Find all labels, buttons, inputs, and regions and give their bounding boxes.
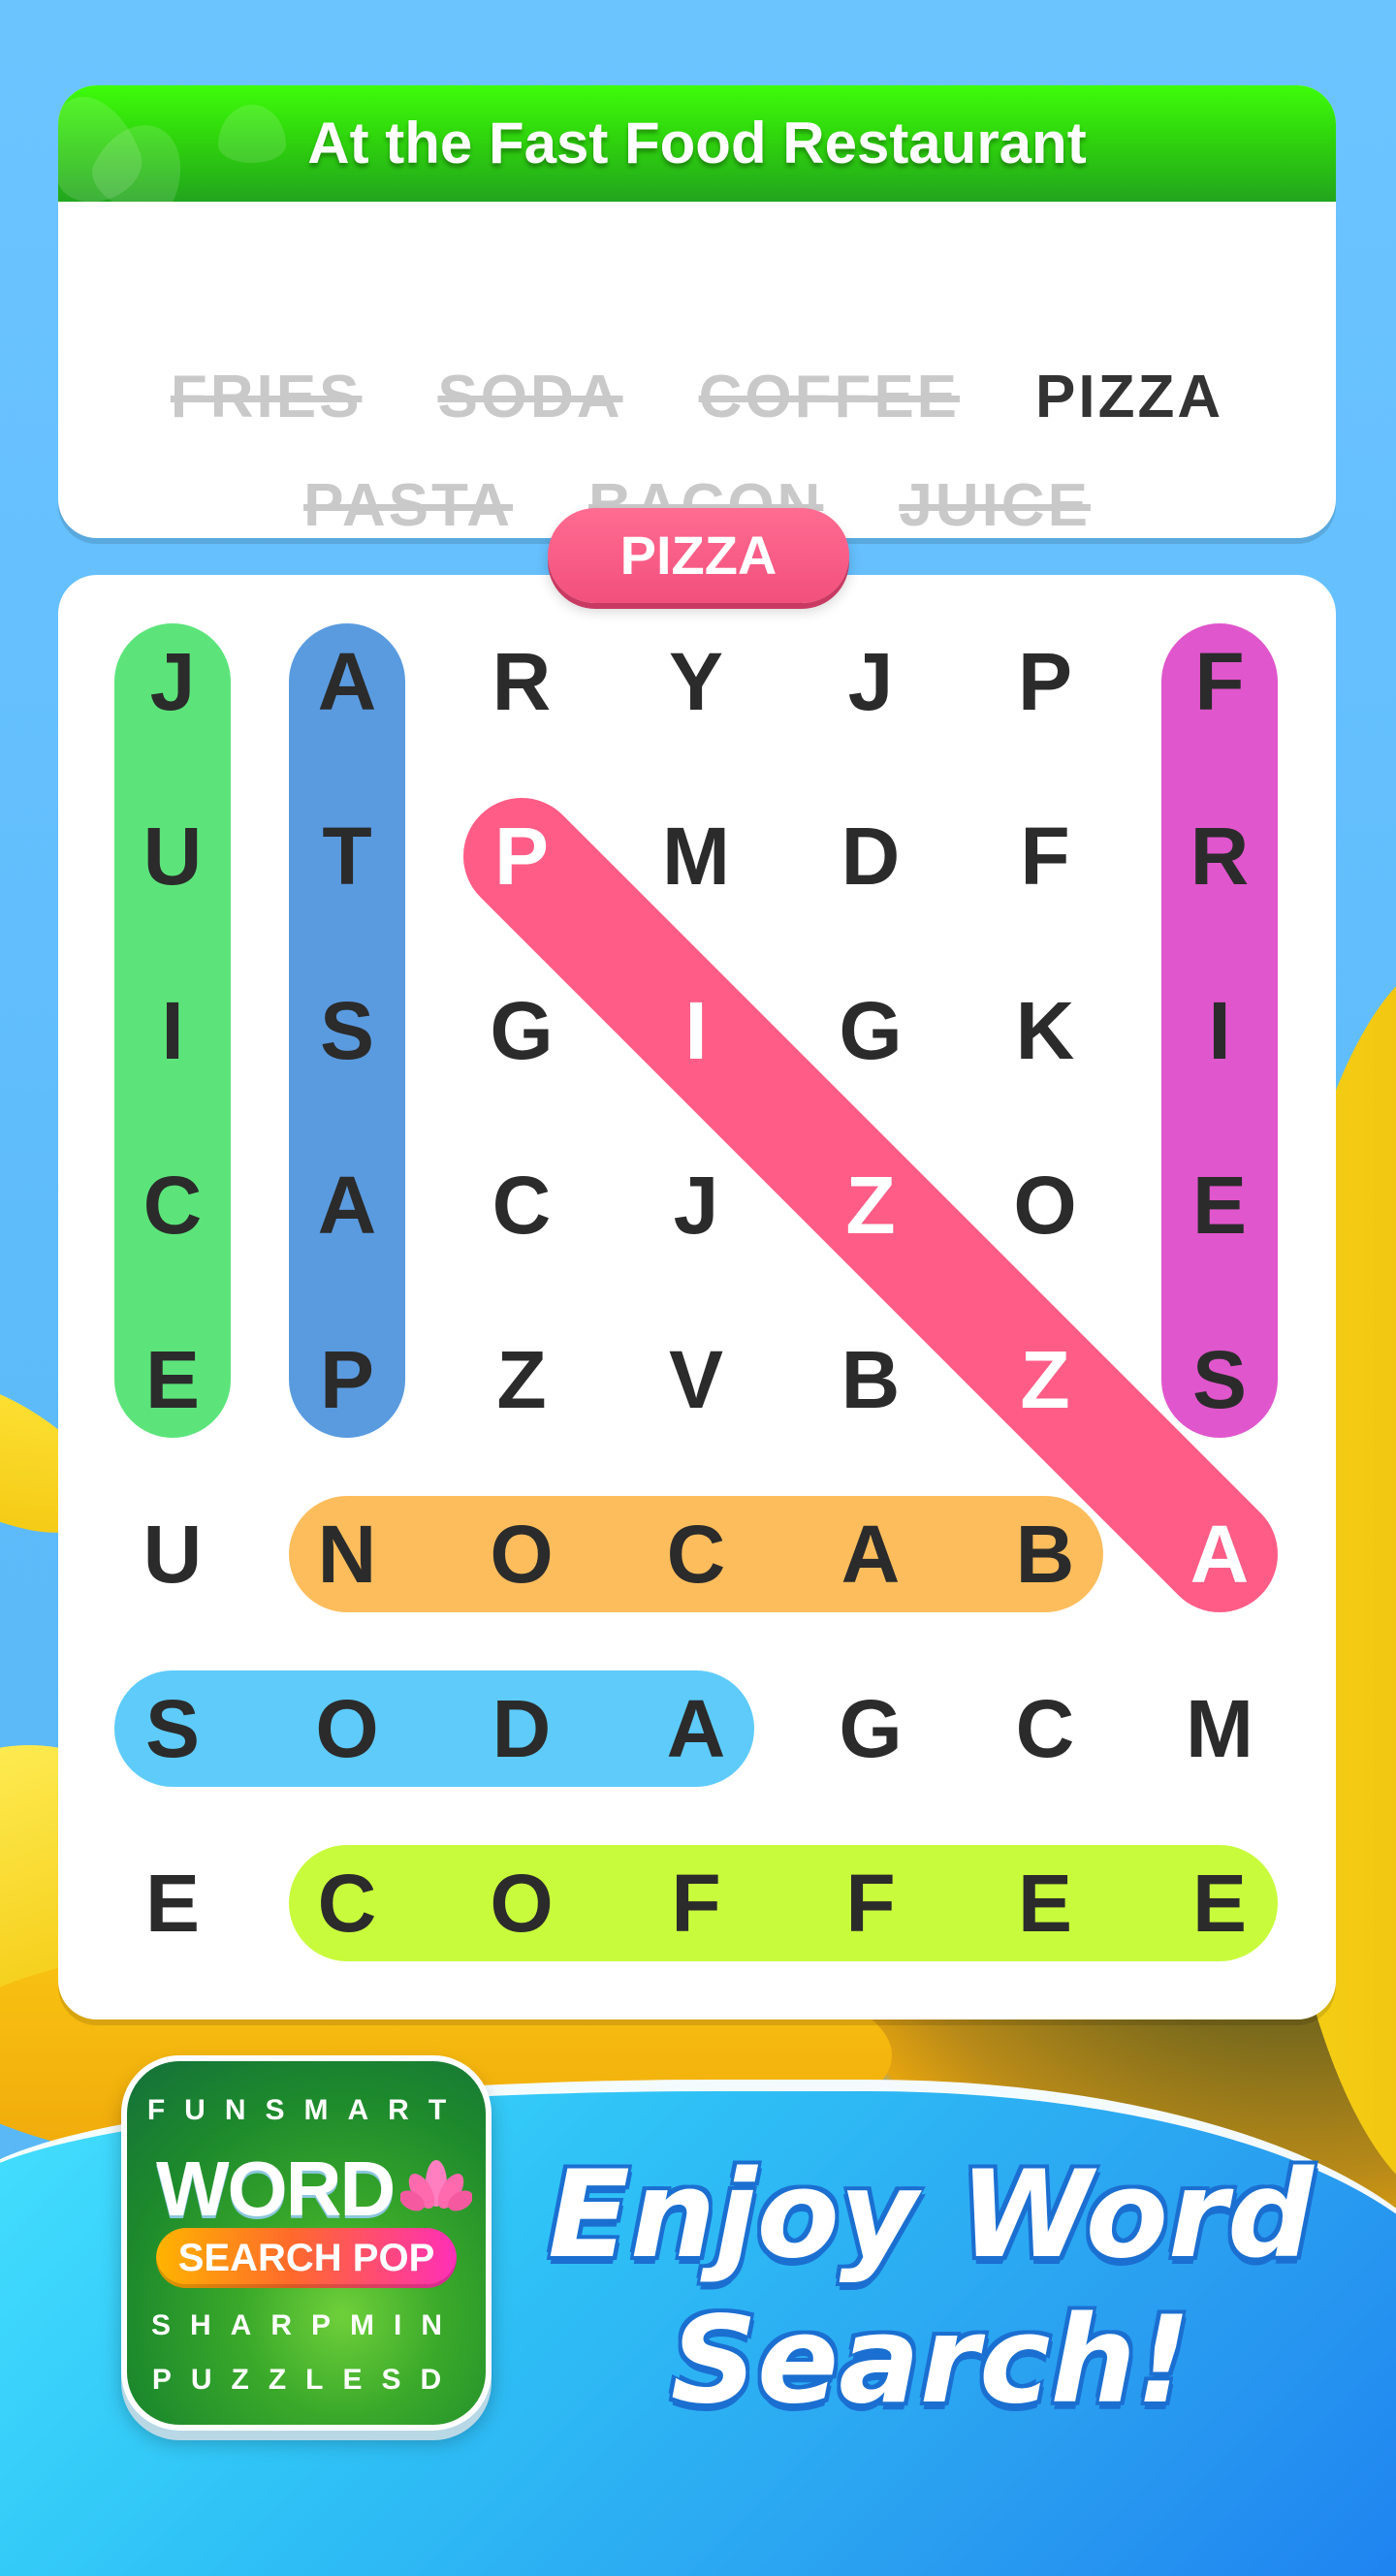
logo-word-text: WORD [156, 2146, 396, 2232]
grid-cell-letter[interactable]: S [1192, 1334, 1247, 1425]
grid-cell-letter[interactable]: I [161, 985, 183, 1076]
grid-cell-letter[interactable]: S [145, 1683, 200, 1774]
grid-cell-letter[interactable]: A [318, 636, 377, 727]
grid-cell-letter[interactable]: O [490, 1858, 553, 1949]
tagline-line-2: Search! [670, 2291, 1191, 2431]
category-title: At the Fast Food Restaurant [307, 111, 1087, 175]
target-word: FRIES [170, 364, 363, 430]
target-word: PIZZA [1035, 364, 1224, 430]
target-word-list: FRIES SODA COFFEE PIZZA PASTA BACON JUIC… [58, 202, 1336, 538]
grid-cell-letter[interactable]: P [320, 1334, 374, 1425]
grid-cell-letter[interactable]: G [839, 985, 902, 1076]
grid-cell-letter[interactable]: O [315, 1683, 378, 1774]
grid-cell-letter[interactable]: E [145, 1858, 200, 1949]
grid-cell-letter[interactable]: J [150, 636, 196, 727]
grid-cell-letter[interactable]: F [845, 1858, 895, 1949]
grid-cell-letter[interactable]: G [839, 1683, 902, 1774]
grid-cell-letter[interactable]: E [1192, 1858, 1247, 1949]
grid-cell-letter[interactable]: J [848, 636, 894, 727]
grid-cell-letter[interactable]: N [318, 1509, 377, 1600]
target-word: JUICE [899, 472, 1091, 538]
word-list-card: At the Fast Food Restaurant FRIES SODA C… [58, 85, 1336, 538]
grid-cell-letter[interactable]: E [1018, 1858, 1072, 1949]
grid-cell-letter[interactable]: J [674, 1160, 719, 1251]
grid-cell-letter[interactable]: S [320, 985, 374, 1076]
grid-cell-letter[interactable]: E [145, 1334, 200, 1425]
grid-cell-letter[interactable]: A [318, 1160, 377, 1251]
grid-cell-letter[interactable]: D [841, 811, 901, 902]
grid-cell-letter[interactable]: O [1013, 1160, 1076, 1251]
grid-cell-letter[interactable]: B [841, 1334, 901, 1425]
grid-cell-letter[interactable]: B [1016, 1509, 1075, 1600]
grid-cell-letter[interactable]: F [1194, 636, 1244, 727]
app-logo: FUNSMART WORD SEARCH POP SHARPMIN PUZZLE… [121, 2055, 492, 2431]
grid-cell-letter[interactable]: Y [669, 636, 723, 727]
current-selection-pill: PIZZA [548, 508, 849, 603]
grid-cell-letter[interactable]: T [322, 811, 371, 902]
grid-cell-letter[interactable]: R [492, 636, 552, 727]
grid-cell-letter[interactable]: U [143, 1509, 203, 1600]
grid-cell-letter[interactable]: R [1190, 811, 1250, 902]
lotus-icon [400, 2160, 472, 2211]
grid-cell-letter[interactable]: F [671, 1858, 720, 1949]
grid-cell-letter[interactable]: C [492, 1160, 552, 1251]
grid-cell-letter[interactable]: P [1018, 636, 1072, 727]
grid-cell-letter[interactable]: C [143, 1160, 203, 1251]
grid-cell-letter[interactable]: P [494, 811, 549, 902]
logo-letter-row: FUNSMART [146, 2094, 466, 2126]
logo-letter-row: SHARPMIN [150, 2309, 461, 2341]
tagline-line-1: Enjoy Word [548, 2146, 1314, 2285]
grid-cell-letter[interactable]: K [1016, 985, 1075, 1076]
logo-search-pop-pill: SEARCH POP [156, 2228, 457, 2288]
grid-cell-letter[interactable]: G [490, 985, 553, 1076]
grid-cell-letter[interactable]: Z [1020, 1334, 1069, 1425]
target-word: SODA [437, 364, 623, 430]
letter-grid-card[interactable]: JARYJPFUTPMDFRISGIGKICACJZOEEPZVBZSUNOCA… [58, 575, 1336, 2019]
grid-cell-letter[interactable]: I [1208, 985, 1230, 1076]
grid-cell-letter[interactable]: C [667, 1509, 726, 1600]
grid-cell-letter[interactable]: A [841, 1509, 901, 1600]
grid-cell-letter[interactable]: U [143, 811, 203, 902]
grid-cell-letter[interactable]: Z [496, 1334, 546, 1425]
grid-cell-letter[interactable]: I [684, 985, 707, 1076]
grid-cell-letter[interactable]: V [669, 1334, 723, 1425]
grid-cell-letter[interactable]: M [1186, 1683, 1253, 1774]
grid-cell-letter[interactable]: Z [845, 1160, 895, 1251]
grid-cell-letter[interactable]: F [1020, 811, 1069, 902]
grid-cell-letter[interactable]: E [1192, 1160, 1247, 1251]
target-word: COFFEE [698, 364, 961, 430]
grid-cell-letter[interactable]: C [1016, 1683, 1075, 1774]
grid-cell-letter[interactable]: A [1190, 1509, 1250, 1600]
grid-cell-letter[interactable]: C [318, 1858, 377, 1949]
grid-cell-letter[interactable]: D [492, 1683, 552, 1774]
logo-letter-row: PUZZLESD [151, 2364, 461, 2396]
target-word: PASTA [303, 472, 513, 538]
word-list-row: FRIES SODA COFFEE PIZZA [58, 366, 1336, 429]
grid-cell-letter[interactable]: M [662, 811, 730, 902]
grid-cell-letter[interactable]: A [667, 1683, 726, 1774]
letter-grid[interactable]: J A R Y J P FU T P M D F RI S G I G K IC A C J Z O EE P Z V B Z SU N O C A… [58, 575, 1336, 2019]
grid-cell-letter[interactable]: O [490, 1509, 553, 1600]
promo-tagline: Enjoy Word Search! [543, 2143, 1318, 2433]
